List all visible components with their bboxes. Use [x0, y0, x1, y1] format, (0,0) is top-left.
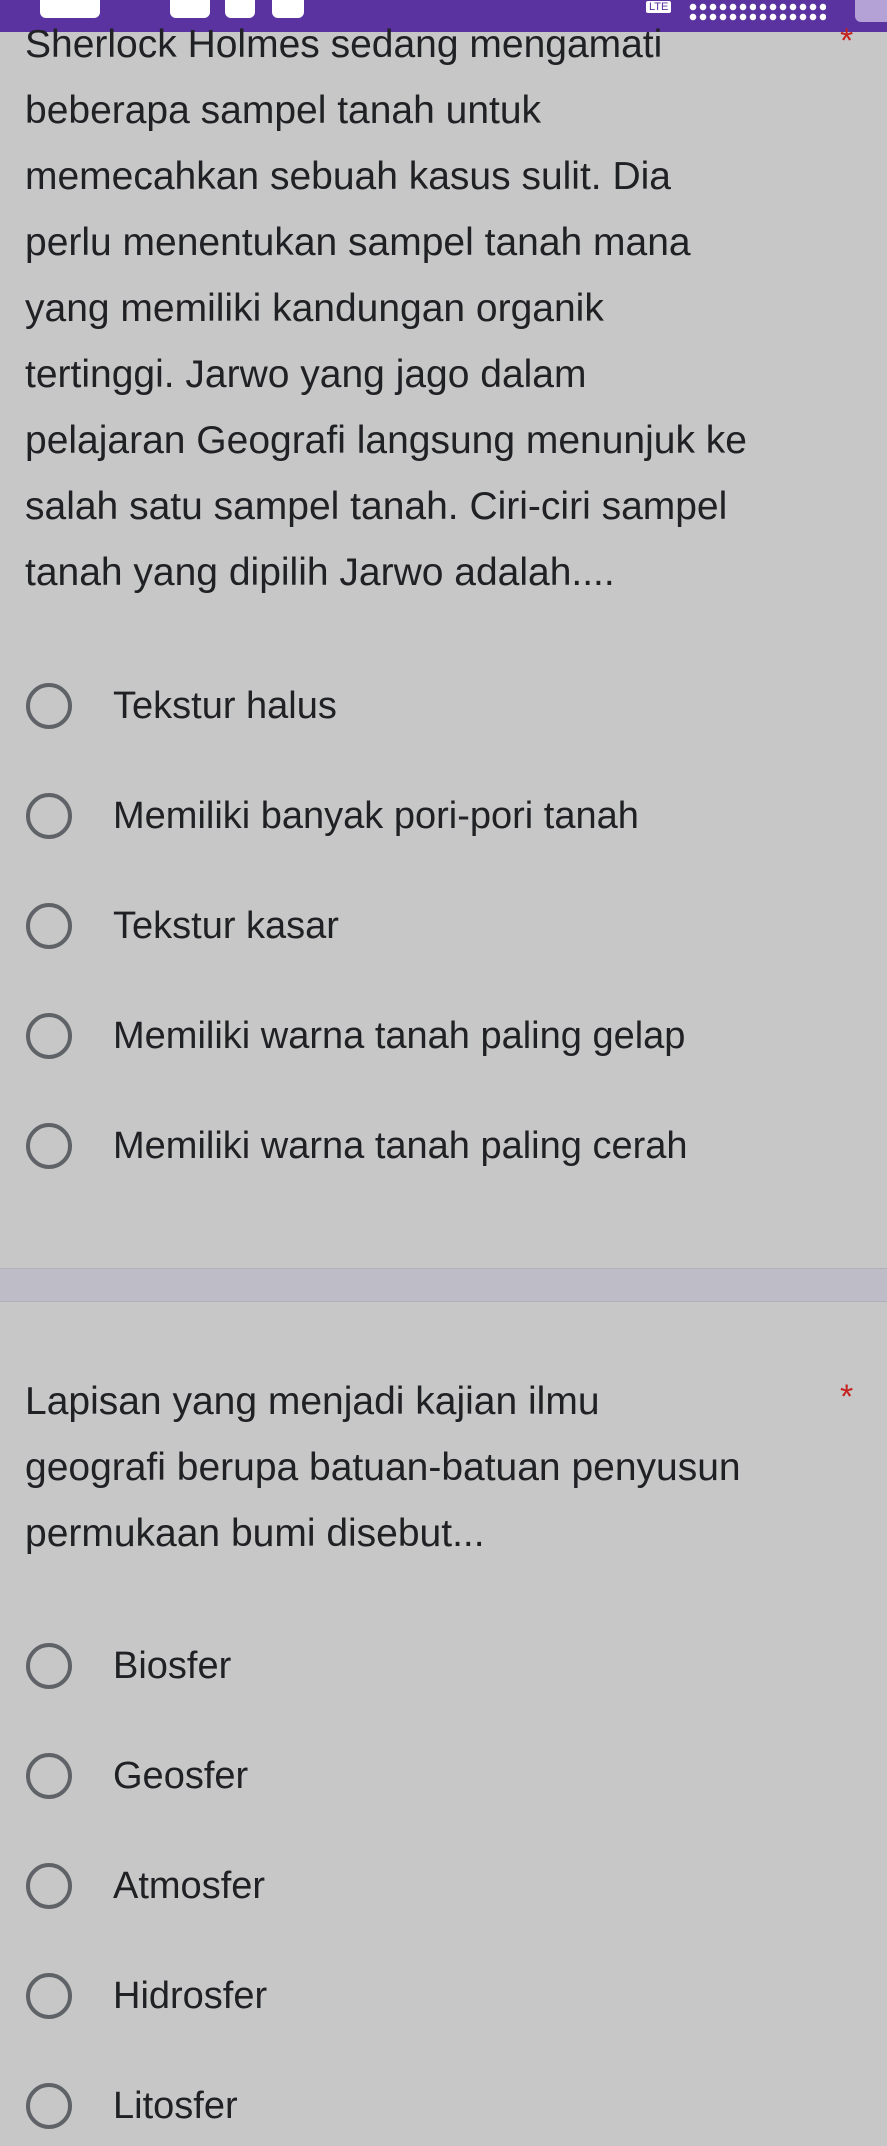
- option-tekstur-halus[interactable]: Tekstur halus: [0, 666, 887, 746]
- question-line: Lapisan yang menjadi kajian ilmu: [25, 1380, 600, 1423]
- question-line: tanah yang dipilih Jarwo adalah....: [25, 551, 615, 594]
- radio-unchecked-icon[interactable]: [26, 1753, 72, 1799]
- question-divider: [0, 1268, 887, 1302]
- option-label: Memiliki warna tanah paling cerah: [113, 1124, 688, 1167]
- radio-unchecked-icon[interactable]: [26, 1123, 72, 1169]
- radio-unchecked-icon[interactable]: [26, 1863, 72, 1909]
- option-label: Tekstur kasar: [113, 904, 339, 947]
- question-line: memecahkan sebuah kasus sulit. Dia: [25, 155, 671, 198]
- question-line: salah satu sampel tanah. Ciri-ciri sampe…: [25, 485, 728, 528]
- option-banyak-pori-pori[interactable]: Memiliki banyak pori-pori tanah: [0, 776, 887, 856]
- radio-unchecked-icon[interactable]: [26, 2083, 72, 2129]
- question-line: Sherlock Holmes sedang mengamati: [25, 23, 663, 66]
- radio-unchecked-icon[interactable]: [26, 1013, 72, 1059]
- option-label: Memiliki banyak pori-pori tanah: [113, 794, 639, 837]
- question-text: Sherlock Holmes sedang mengamati beberap…: [25, 12, 825, 606]
- battery-icon: [855, 0, 887, 22]
- required-mark: *: [840, 1378, 854, 1416]
- option-warna-paling-cerah[interactable]: Memiliki warna tanah paling cerah: [0, 1106, 887, 1186]
- option-label: Litosfer: [113, 2084, 238, 2127]
- option-label: Biosfer: [113, 1644, 232, 1687]
- option-label: Atmosfer: [113, 1864, 266, 1907]
- question-line: yang memiliki kandungan organik: [25, 287, 604, 330]
- question-text: Lapisan yang menjadi kajian ilmu geograf…: [25, 1369, 825, 1567]
- option-label: Geosfer: [113, 1754, 249, 1797]
- option-atmosfer[interactable]: Atmosfer: [0, 1846, 887, 1926]
- question-line: perlu menentukan sampel tanah mana: [25, 221, 691, 264]
- question-line: pelajaran Geografi langsung menunjuk ke: [25, 419, 747, 462]
- option-warna-paling-gelap[interactable]: Memiliki warna tanah paling gelap: [0, 996, 887, 1076]
- option-geosfer[interactable]: Geosfer: [0, 1736, 887, 1816]
- option-label: Tekstur halus: [113, 684, 337, 727]
- radio-unchecked-icon[interactable]: [26, 1643, 72, 1689]
- radio-unchecked-icon[interactable]: [26, 903, 72, 949]
- option-litosfer[interactable]: Litosfer: [0, 2066, 887, 2146]
- option-tekstur-kasar[interactable]: Tekstur kasar: [0, 886, 887, 966]
- option-label: Memiliki warna tanah paling gelap: [113, 1014, 686, 1057]
- option-biosfer[interactable]: Biosfer: [0, 1626, 887, 1706]
- question-line: beberapa sampel tanah untuk: [25, 89, 542, 132]
- question-line: permukaan bumi disebut...: [25, 1512, 485, 1555]
- question-line: tertinggi. Jarwo yang jago dalam: [25, 353, 587, 396]
- radio-unchecked-icon[interactable]: [26, 1973, 72, 2019]
- radio-unchecked-icon[interactable]: [26, 793, 72, 839]
- option-label: Hidrosfer: [113, 1974, 268, 2017]
- option-hidrosfer[interactable]: Hidrosfer: [0, 1956, 887, 2036]
- radio-unchecked-icon[interactable]: [26, 683, 72, 729]
- required-mark: *: [840, 22, 854, 60]
- question-line: geografi berupa batuan-batuan penyusun: [25, 1446, 741, 1489]
